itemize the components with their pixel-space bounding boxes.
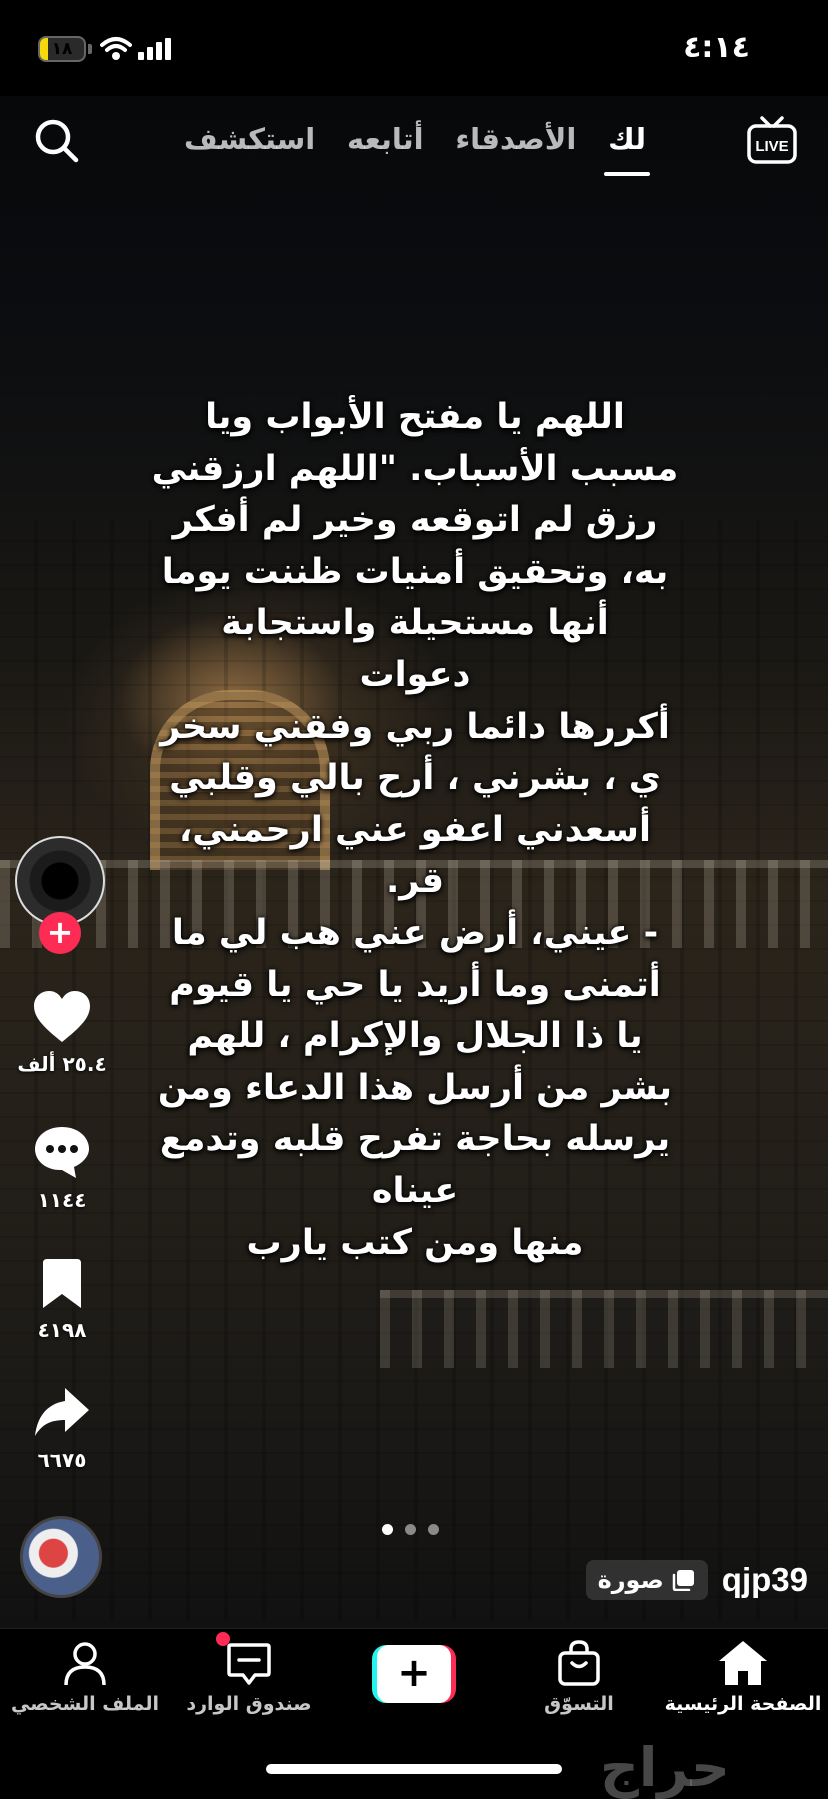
tab-for-you[interactable]: لك (604, 122, 650, 176)
nav-home-label: الصفحة الرئيسية (664, 1693, 822, 1715)
share-action[interactable]: ٦٦٧٥ (0, 1386, 124, 1472)
page-dot (382, 1524, 393, 1535)
inbox-notification-dot (216, 1632, 230, 1646)
watermark-logo: حراج (600, 1736, 730, 1799)
post-author-row: صورة qjp39 (585, 1560, 808, 1600)
heart-icon (34, 991, 90, 1042)
nav-shop[interactable]: التسوّق (494, 1639, 664, 1715)
cellular-signal-icon (138, 38, 171, 60)
bookmark-icon (43, 1259, 81, 1308)
search-icon[interactable] (32, 116, 82, 166)
battery-icon: ١٨ (38, 36, 86, 62)
like-count: ٢٥.٤ ألف (17, 1052, 107, 1076)
tab-following[interactable]: أتابعه (343, 122, 428, 156)
comment-action[interactable]: ١١٤٤ (0, 1124, 124, 1212)
comment-icon (35, 1127, 89, 1178)
create-post-button[interactable]: + (372, 1645, 456, 1703)
post-caption-overlay: اللهم يا مفتح الأبواب ويا مسبب الأسباب. … (151, 397, 679, 1263)
nav-profile-label: الملف الشخصي (10, 1693, 159, 1715)
live-tv-icon[interactable]: LIVE (746, 114, 798, 168)
share-arrow-icon (35, 1388, 89, 1436)
feed-tabs: استكشف أتابعه الأصدقاء لك (180, 122, 650, 182)
nav-inbox[interactable]: صندوق الوارد (164, 1639, 334, 1715)
battery-level: ١٨ (51, 39, 73, 59)
share-count: ٦٦٧٥ (37, 1448, 87, 1472)
shopping-bag-icon (558, 1640, 600, 1686)
photo-type-badge: صورة (585, 1560, 708, 1600)
save-count: ٤١٩٨ (37, 1318, 87, 1342)
save-action[interactable]: ٤١٩٨ (0, 1258, 124, 1342)
photo-stack-icon (672, 1570, 694, 1591)
like-action[interactable]: ٢٥.٤ ألف (0, 990, 124, 1076)
nav-profile[interactable]: الملف الشخصي (0, 1639, 170, 1715)
author-username[interactable]: qjp39 (722, 1561, 808, 1599)
comment-count: ١١٤٤ (37, 1188, 87, 1212)
follow-button[interactable]: + (39, 912, 81, 954)
battery-tip (88, 44, 92, 54)
top-navigation: استكشف أتابعه الأصدقاء لك LIVE (0, 96, 828, 196)
photo-type-label: صورة (597, 1566, 664, 1594)
wifi-icon (100, 37, 132, 60)
lower-balcony-railing (380, 1290, 828, 1368)
profile-person-icon (64, 1642, 106, 1686)
page-dot (428, 1524, 439, 1535)
page-dot (405, 1524, 416, 1535)
plus-icon: + (377, 1645, 451, 1703)
nav-inbox-label: صندوق الوارد (186, 1693, 312, 1715)
home-icon (719, 1641, 767, 1685)
photo-pagination-dots (382, 1524, 439, 1535)
home-indicator[interactable] (266, 1764, 562, 1774)
status-bar: ١٨ ٤:١٤ (0, 0, 828, 96)
tab-friends[interactable]: الأصدقاء (451, 122, 580, 156)
tab-explore[interactable]: استكشف (180, 122, 319, 156)
nav-home[interactable]: الصفحة الرئيسية (658, 1639, 828, 1715)
sound-avatar[interactable] (20, 1516, 102, 1598)
inbox-message-icon (227, 1643, 271, 1685)
nav-shop-label: التسوّق (544, 1693, 614, 1715)
status-time: ٤:١٤ (683, 30, 750, 65)
live-label: LIVE (755, 138, 788, 155)
